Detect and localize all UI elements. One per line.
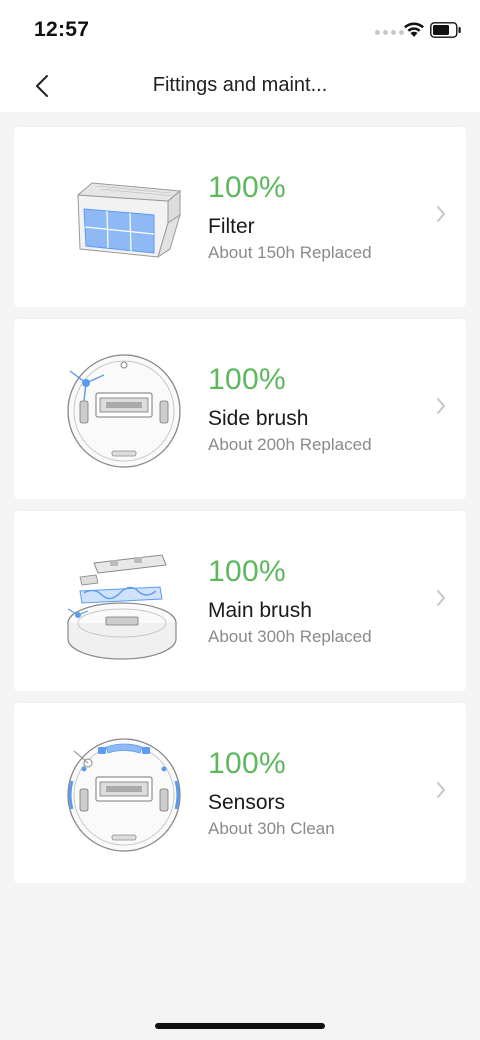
status-bar: 12:57	[0, 0, 480, 60]
sensors-name: Sensors	[208, 791, 286, 814]
main-brush-name: Main brush	[208, 599, 312, 622]
side-brush-status: About 200h Replaced	[208, 435, 372, 454]
cellular-signal-icon	[375, 30, 404, 35]
main-brush-card[interactable]: 100% Main brush About 300h Replaced	[14, 511, 466, 691]
sensors-percent: 100%	[208, 747, 286, 780]
main-brush-percent: 100%	[208, 555, 286, 588]
main-brush-robot-icon	[67, 554, 177, 660]
home-indicator[interactable]	[155, 1023, 325, 1029]
wifi-icon	[404, 22, 424, 37]
sensors-card[interactable]: 100% Sensors About 30h Clean	[14, 703, 466, 883]
filter-name: Filter	[208, 215, 255, 238]
nav-bar: Fittings and maint...	[0, 60, 480, 112]
filter-icon	[76, 182, 182, 259]
chevron-right-icon	[437, 206, 445, 222]
battery-icon	[430, 22, 461, 38]
chevron-right-icon	[437, 398, 445, 414]
status-time: 12:57	[34, 18, 90, 41]
filter-card[interactable]: 100% Filter About 150h Replaced	[14, 127, 466, 307]
side-brush-percent: 100%	[208, 363, 286, 396]
side-brush-card[interactable]: 100% Side brush About 200h Replaced	[14, 319, 466, 499]
main-brush-status: About 300h Replaced	[208, 627, 372, 646]
filter-status: About 150h Replaced	[208, 243, 372, 262]
chevron-right-icon	[437, 590, 445, 606]
page-title: Fittings and maint...	[152, 74, 328, 96]
sensors-robot-icon	[67, 738, 181, 852]
chevron-right-icon	[437, 782, 445, 798]
side-brush-robot-icon	[67, 354, 181, 468]
sensors-status: About 30h Clean	[208, 819, 335, 838]
filter-percent: 100%	[208, 171, 286, 204]
side-brush-name: Side brush	[208, 407, 309, 430]
